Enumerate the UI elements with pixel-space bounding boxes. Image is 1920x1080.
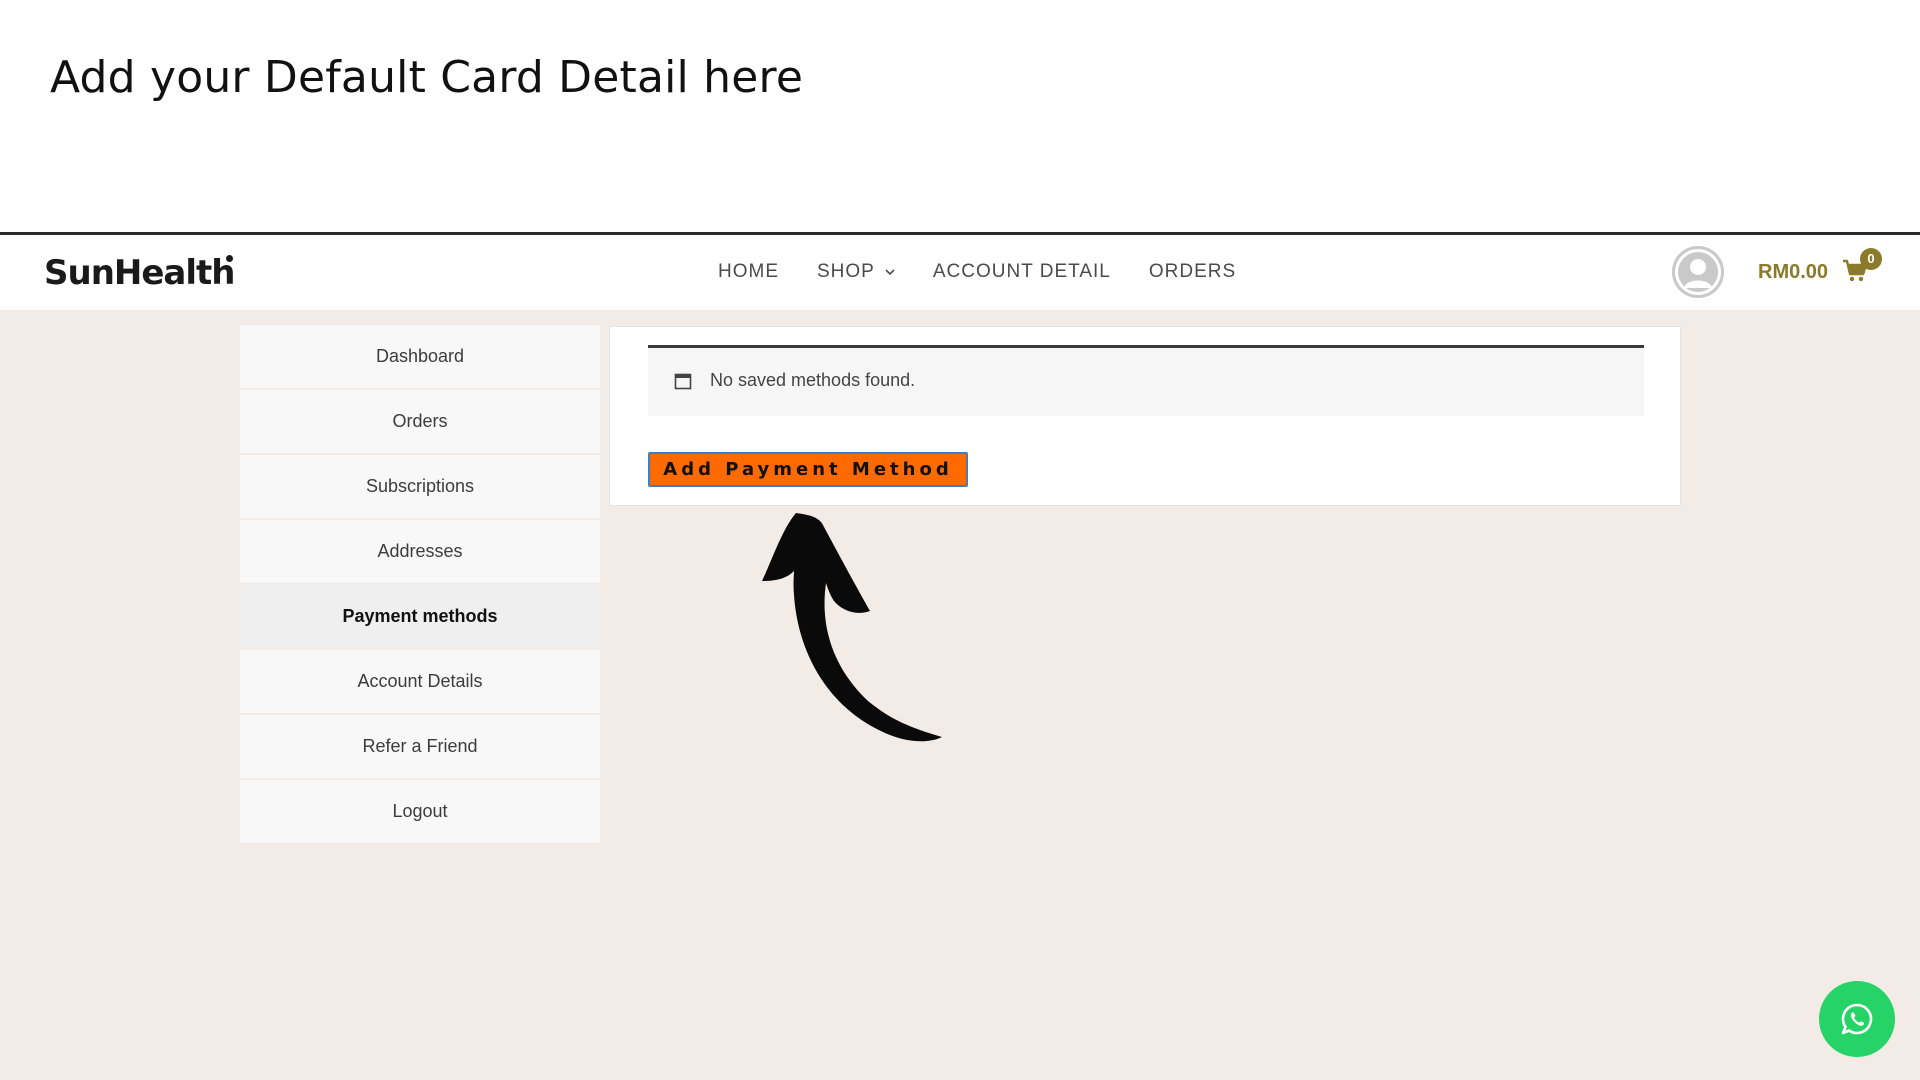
account-nav-dashboard[interactable]: Dashboard <box>240 325 600 388</box>
notice-text: No saved methods found. <box>710 370 916 390</box>
account-navigation: Dashboard Orders Subscriptions Addresses… <box>240 325 600 845</box>
logo-dot <box>226 255 233 262</box>
nav-orders-label: ORDERS <box>1148 261 1237 282</box>
nav-account-detail-label: ACCOUNT DETAIL <box>932 261 1111 282</box>
curved-arrow-icon <box>762 513 942 742</box>
cart-total[interactable]: RM0.00 <box>1758 261 1828 284</box>
account-nav-payment-methods[interactable]: Payment methods <box>240 585 600 648</box>
account-nav-subscriptions[interactable]: Subscriptions <box>240 455 600 518</box>
account-nav-refer-a-friend[interactable]: Refer a Friend <box>240 715 600 778</box>
logo[interactable]: SunHealth <box>44 253 235 293</box>
nav-home-label: HOME <box>718 261 779 282</box>
whatsapp-icon <box>1841 1003 1873 1035</box>
account-nav-logout[interactable]: Logout <box>240 780 600 843</box>
instruction-title: Add your Default Card Detail here <box>50 52 804 103</box>
nav-home[interactable]: HOME <box>718 261 779 283</box>
account-nav-account-details[interactable]: Account Details <box>240 650 600 713</box>
nav-orders[interactable]: ORDERS <box>1149 261 1236 283</box>
nav-shop-label: SHOP <box>817 261 875 282</box>
website-screenshot: SunHealth HOME SHOP ACCOUNT DETAIL ORDER… <box>0 232 1920 1080</box>
user-icon <box>1672 246 1724 298</box>
main-nav: HOME SHOP ACCOUNT DETAIL ORDERS <box>718 261 1274 283</box>
avatar[interactable] <box>1672 246 1724 298</box>
nav-account-detail[interactable]: ACCOUNT DETAIL <box>933 261 1111 283</box>
whatsapp-chat-button[interactable] <box>1819 981 1895 1057</box>
no-methods-notice: No saved methods found. <box>648 345 1644 416</box>
site-header: SunHealth HOME SHOP ACCOUNT DETAIL ORDER… <box>0 235 1920 310</box>
nav-shop[interactable]: SHOP <box>817 261 895 283</box>
chevron-down-icon <box>885 269 895 276</box>
payment-methods-panel: No saved methods found. Add Payment Meth… <box>609 326 1681 506</box>
account-nav-orders[interactable]: Orders <box>240 390 600 453</box>
cart-count-badge: 0 <box>1860 248 1882 270</box>
add-payment-method-button[interactable]: Add Payment Method <box>648 452 968 487</box>
account-nav-addresses[interactable]: Addresses <box>240 520 600 583</box>
calendar-icon <box>674 373 692 390</box>
